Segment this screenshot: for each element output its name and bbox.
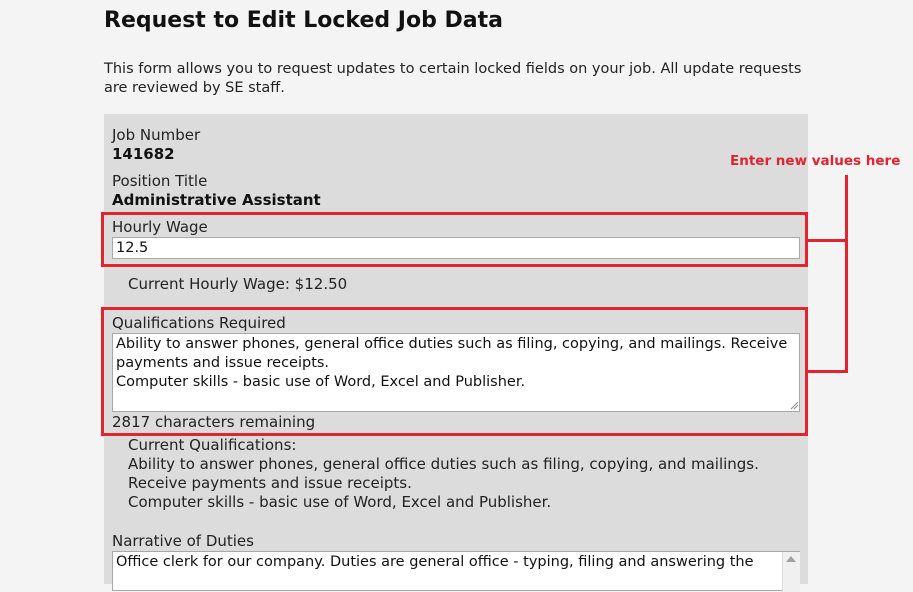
position-title-value: Administrative Assistant [112,191,321,209]
annotation-connector-vertical [845,175,848,373]
scroll-up-arrow-icon[interactable] [786,556,796,562]
current-qualifications-line1: Ability to answer phones, general office… [128,455,759,492]
narrative-label: Narrative of Duties [112,532,254,550]
page-title: Request to Edit Locked Job Data [104,8,503,33]
current-qualifications-label: Current Qualifications: [128,436,297,454]
job-number-value: 141682 [112,145,175,163]
annotation-connector-bottom [808,370,848,373]
annotation-connector-top [808,239,848,242]
current-qualifications-line2: Computer skills - basic use of Word, Exc… [128,493,552,511]
job-number-label: Job Number [112,126,201,144]
narrative-scrollbar[interactable] [782,552,800,592]
annotation-label: Enter new values here [730,153,901,169]
narrative-textarea[interactable]: Office clerk for our company. Duties are… [112,551,800,591]
highlight-box-qualifications [101,307,808,436]
current-hourly-wage: Current Hourly Wage: $12.50 [128,275,348,293]
highlight-box-hourly-wage [101,212,808,267]
intro-text: This form allows you to request updates … [104,61,802,96]
position-title-label: Position Title [112,172,208,190]
